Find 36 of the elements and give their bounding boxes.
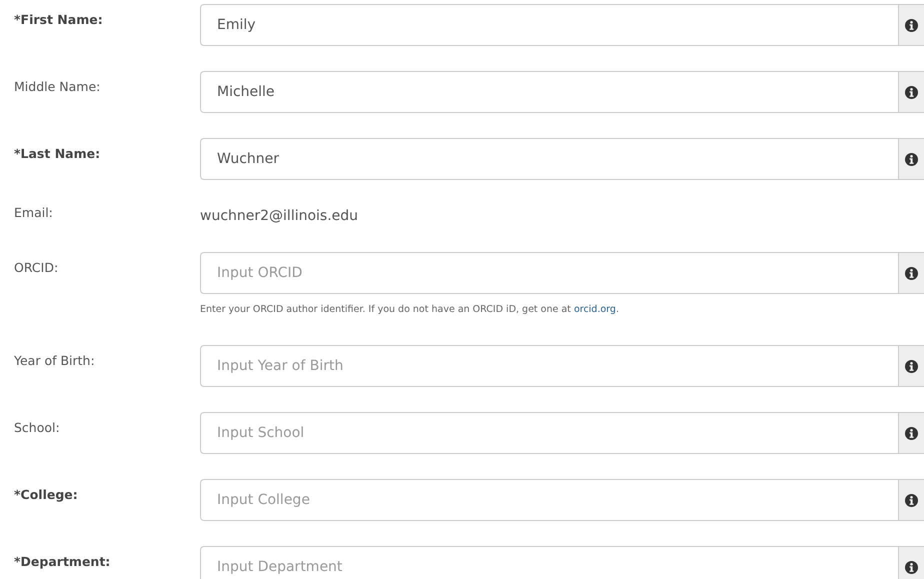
field-label: Year of Birth: xyxy=(13,352,96,368)
field-label: *First Name: xyxy=(13,11,104,27)
field-label: *Last Name: xyxy=(13,145,102,161)
field-label: Email: xyxy=(13,205,54,220)
text-input[interactable]: Input School xyxy=(200,412,898,454)
field-label: School: xyxy=(13,419,61,435)
orcid-link[interactable]: orcid.org xyxy=(574,304,616,315)
info-icon xyxy=(905,86,918,98)
text-input[interactable]: Input Department xyxy=(200,546,898,579)
info-button[interactable] xyxy=(898,71,924,113)
field-label: ORCID: xyxy=(13,259,60,275)
field-label: *College: xyxy=(13,486,79,502)
info-button[interactable] xyxy=(898,412,924,454)
info-icon xyxy=(905,560,918,574)
text-input[interactable]: Wuchner xyxy=(200,138,898,180)
info-icon xyxy=(905,360,918,372)
info-icon xyxy=(905,266,918,280)
email-value: wuchner2@illinois.edu xyxy=(200,208,358,224)
info-icon xyxy=(905,426,918,440)
field-label: *Department: xyxy=(13,553,112,569)
field-label: Middle Name: xyxy=(13,78,102,94)
info-button[interactable] xyxy=(898,138,924,180)
info-button[interactable] xyxy=(898,252,924,294)
info-button[interactable] xyxy=(898,4,924,46)
info-icon xyxy=(905,494,918,506)
text-input[interactable]: Michelle xyxy=(200,71,898,113)
info-button[interactable] xyxy=(898,546,924,579)
text-input[interactable]: Input ORCID xyxy=(200,252,898,294)
help-text: Enter your ORCID author identifier. If you do not have an ORCID iD, get one at orcid.org. xyxy=(200,304,619,315)
text-input[interactable]: Input Year of Birth xyxy=(200,345,898,387)
info-icon xyxy=(905,152,918,166)
text-input[interactable]: Input College xyxy=(200,479,898,521)
text-input[interactable]: Emily xyxy=(200,4,898,46)
info-button[interactable] xyxy=(898,345,924,387)
info-button[interactable] xyxy=(898,479,924,521)
info-icon xyxy=(905,18,918,32)
